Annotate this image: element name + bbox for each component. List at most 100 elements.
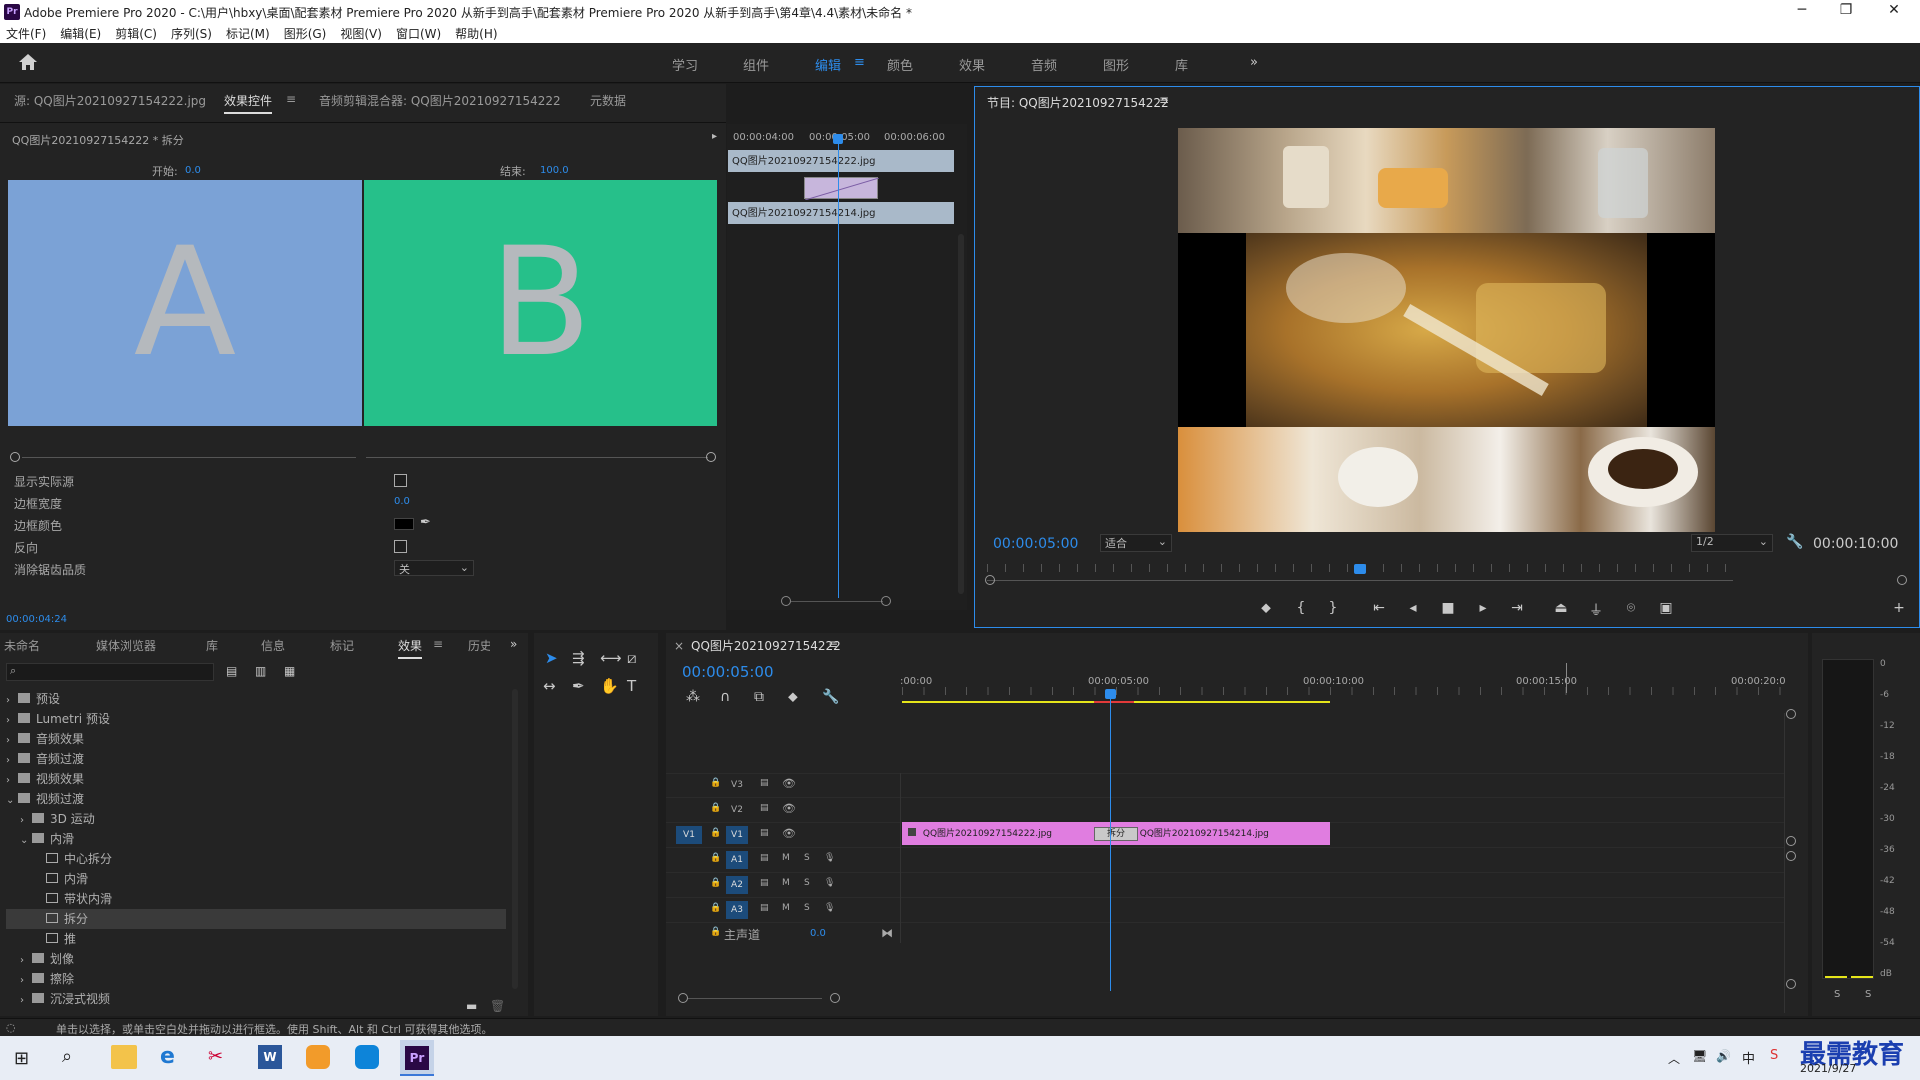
program-zoom-left[interactable]	[985, 575, 995, 585]
mini-playhead-handle[interactable]	[833, 134, 843, 144]
chevron-down-icon[interactable]: ⌄	[6, 791, 18, 811]
chevron-right-icon[interactable]: ›	[6, 691, 18, 711]
premiere-taskbar-item[interactable]: Pr	[400, 1040, 434, 1076]
tab-effects-menu-icon[interactable]: ≡	[433, 637, 443, 651]
sync-lock-icon[interactable]: ▤	[760, 853, 769, 863]
menu-window[interactable]: 窗口(W)	[396, 25, 441, 42]
lock-icon[interactable]: 🔒	[710, 803, 721, 813]
microphone-icon[interactable]: 🎙	[824, 853, 835, 863]
end-slider-handle[interactable]	[706, 452, 716, 462]
menu-graphics[interactable]: 图形(G)	[284, 25, 327, 42]
network-icon[interactable]: 🖥	[1692, 1049, 1707, 1063]
solo-left-button[interactable]: S	[1834, 989, 1840, 1000]
linked-selection-icon[interactable]: ⧉	[754, 689, 764, 705]
mini-zoom-left[interactable]	[781, 596, 791, 606]
eye-icon[interactable]: 👁	[782, 777, 796, 790]
reverse-checkbox[interactable]	[394, 540, 407, 553]
selection-tool-icon[interactable]: ➤	[545, 649, 558, 667]
lift-icon[interactable]: ⏏	[1550, 600, 1572, 616]
mark-in-icon[interactable]: {	[1290, 600, 1312, 616]
solo-button[interactable]: S	[804, 853, 810, 863]
workspace-graphics[interactable]: 图形	[1103, 55, 1129, 74]
32bit-effects-icon[interactable]: ▥	[255, 664, 266, 678]
slip-tool-icon[interactable]: ↔	[543, 677, 556, 695]
tabs-more-icon[interactable]: »	[510, 637, 517, 651]
close-window-button[interactable]: ✕	[1874, 2, 1914, 18]
effects-tree-item[interactable]: 拆分	[6, 909, 506, 929]
tab-audio-mixer[interactable]: 音频剪辑混合器: QQ图片20210927154222	[319, 92, 561, 109]
mute-button[interactable]: M	[782, 878, 790, 888]
effects-tree-item[interactable]: › Lumetri 预设	[6, 709, 506, 729]
taskbar-search-icon[interactable]: ⌕	[62, 1046, 72, 1067]
effects-tree-item[interactable]: ⌄ 视频过渡	[6, 789, 506, 809]
workspace-menu-icon[interactable]: ≡	[854, 55, 865, 70]
solo-right-button[interactable]: S	[1865, 989, 1871, 1000]
effects-tree-item[interactable]: › 擦除	[6, 969, 506, 989]
tab-markers[interactable]: 标记	[330, 637, 354, 654]
accelerated-effects-icon[interactable]: ▤	[226, 664, 237, 678]
transition-split[interactable]: 拆分	[1094, 827, 1138, 841]
program-timecode[interactable]: 00:00:05:00	[993, 536, 1078, 552]
windows-start-icon[interactable]: ⊞	[14, 1048, 29, 1069]
hand-tool-icon[interactable]: ✋	[600, 677, 619, 695]
workspace-libraries[interactable]: 库	[1175, 55, 1188, 74]
menu-help[interactable]: 帮助(H)	[455, 25, 497, 42]
delete-icon[interactable]: 🗑	[490, 999, 505, 1013]
border-color-swatch[interactable]	[394, 518, 414, 530]
effect-controls-timecode[interactable]: 00:00:04:24	[6, 614, 67, 625]
effects-tree-item[interactable]: 内滑	[6, 869, 506, 889]
microphone-icon[interactable]: 🎙	[824, 878, 835, 888]
h-zoom-left[interactable]	[678, 993, 688, 1003]
start-value[interactable]: 0.0	[185, 165, 201, 176]
effects-tree-item[interactable]: ⌄ 内滑	[6, 829, 506, 849]
program-menu-icon[interactable]: ≡	[1159, 93, 1169, 107]
track-target-a1[interactable]: A1	[726, 851, 748, 869]
chevron-right-icon[interactable]: ›	[6, 751, 18, 771]
menu-view[interactable]: 视图(V)	[340, 25, 382, 42]
tab-project[interactable]: 未命名	[4, 637, 40, 654]
mini-playhead[interactable]	[838, 138, 839, 598]
microphone-icon[interactable]: 🎙	[824, 903, 835, 913]
tab-history[interactable]: 历史	[468, 637, 490, 654]
new-folder-icon[interactable]: ▬	[466, 999, 477, 1013]
v-zoom-top[interactable]	[1786, 709, 1796, 719]
source-patch-v1[interactable]: V1	[676, 826, 702, 844]
maximize-button[interactable]: ❐	[1826, 2, 1866, 18]
timeline-close-icon[interactable]: ×	[674, 639, 684, 653]
effects-tree-item[interactable]: › 沉浸式视频	[6, 989, 506, 1009]
workspace-more-icon[interactable]: »	[1250, 55, 1258, 70]
file-explorer-icon[interactable]	[111, 1045, 137, 1069]
workspace-color[interactable]: 颜色	[887, 55, 913, 74]
minimize-button[interactable]: ─	[1782, 2, 1822, 18]
chevron-right-icon[interactable]: ›	[20, 811, 32, 831]
program-zoom-right[interactable]	[1897, 575, 1907, 585]
chevron-right-icon[interactable]: ›	[6, 771, 18, 791]
pen-tool-icon[interactable]: ✒	[572, 677, 585, 695]
mini-transition[interactable]	[804, 177, 880, 201]
effects-tree-item[interactable]: › 3D 运动	[6, 809, 506, 829]
master-value[interactable]: 0.0	[810, 928, 826, 939]
timeline-menu-icon[interactable]: ≡	[828, 637, 838, 651]
step-forward-icon[interactable]: ▸	[1472, 600, 1494, 616]
go-to-out-icon[interactable]: ⇥	[1506, 600, 1528, 616]
tab-metadata[interactable]: 元数据	[590, 92, 626, 109]
lock-icon[interactable]: 🔒	[710, 903, 721, 913]
v-zoom-mid2[interactable]	[1786, 851, 1796, 861]
workspace-learn[interactable]: 学习	[672, 55, 698, 74]
sync-lock-icon[interactable]: ▤	[760, 878, 769, 888]
snipping-tool-icon[interactable]: ✂	[208, 1046, 223, 1067]
add-button-icon[interactable]: +	[1888, 600, 1910, 616]
chevron-right-icon[interactable]: ›	[20, 971, 32, 991]
export-frame-icon[interactable]: ⌾	[1620, 600, 1642, 616]
solo-button[interactable]: S	[804, 903, 810, 913]
type-tool-icon[interactable]: T	[627, 677, 636, 695]
workspace-assembly[interactable]: 组件	[743, 55, 769, 74]
effects-tree-item[interactable]: 推	[6, 929, 506, 949]
stop-icon[interactable]: ■	[1437, 600, 1459, 616]
timeline-settings-icon[interactable]: 🔧	[822, 689, 839, 705]
go-to-in-icon[interactable]: ⇤	[1368, 600, 1390, 616]
track-select-tool-icon[interactable]: ⇶	[572, 649, 585, 667]
lock-icon[interactable]: 🔒	[710, 778, 721, 788]
effects-tree-item[interactable]: › 音频过渡	[6, 749, 506, 769]
comparison-view-icon[interactable]: ▣	[1655, 600, 1677, 616]
